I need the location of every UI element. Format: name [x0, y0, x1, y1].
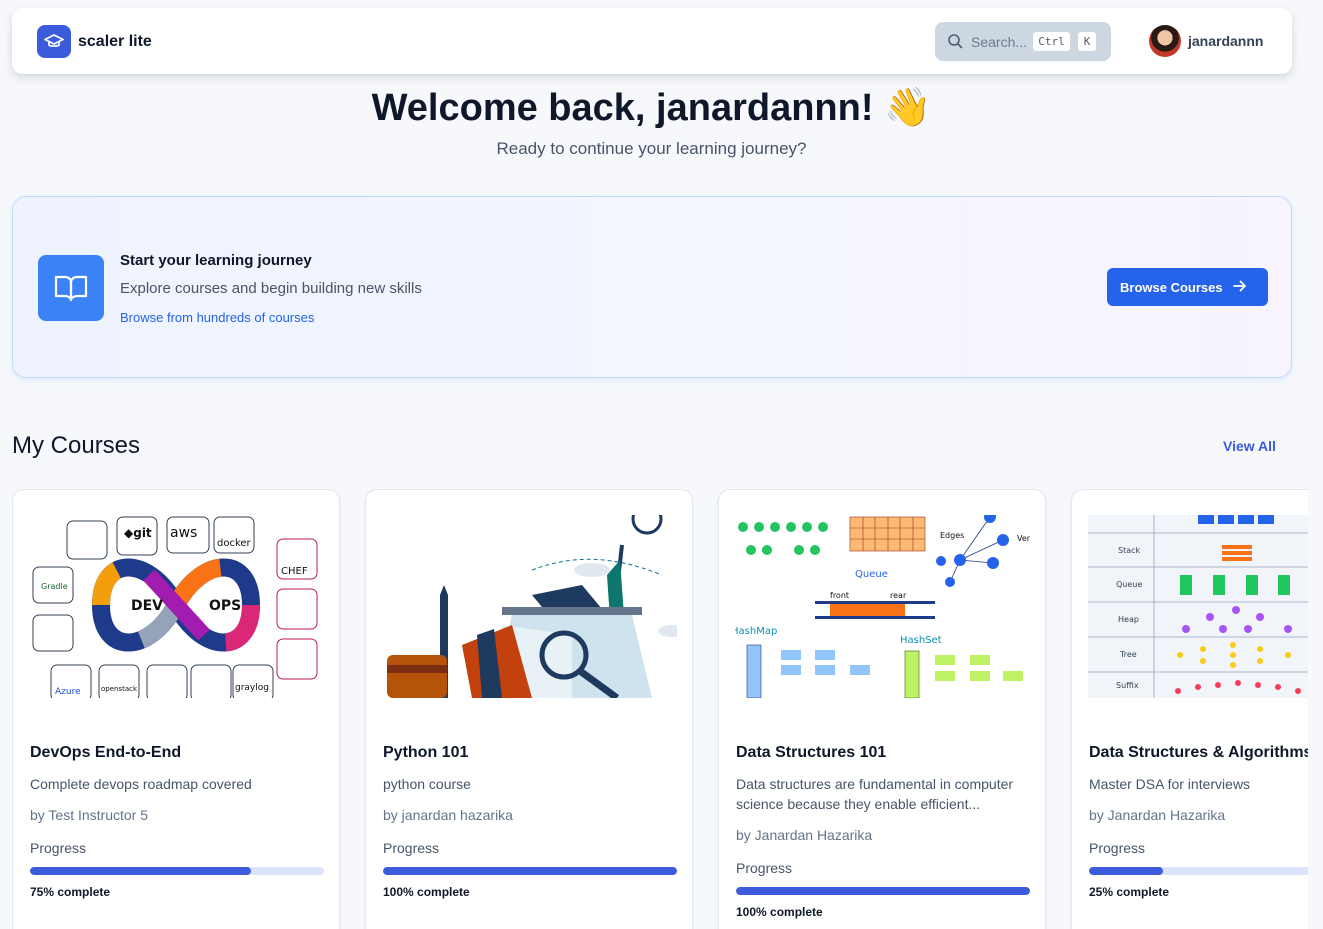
- svg-text:OPS: OPS: [209, 598, 241, 614]
- svg-text:aws: aws: [170, 525, 197, 541]
- kbd-ctrl: Ctrl: [1032, 31, 1071, 52]
- avatar[interactable]: [1149, 25, 1181, 57]
- svg-text:CHEF: CHEF: [281, 566, 308, 577]
- section-title-my-courses: My Courses: [12, 432, 141, 459]
- course-instructor: by Janardan Hazarika: [736, 827, 873, 843]
- svg-text:Gradle: Gradle: [41, 582, 68, 591]
- course-card[interactable]: Edges Vertices Queue front rear HashMap …: [718, 489, 1046, 929]
- arrow-right-icon: [1232, 280, 1247, 295]
- page-subtitle: Ready to continue your learning journey?: [496, 139, 807, 158]
- graduation-cap-icon[interactable]: [37, 25, 71, 58]
- study-illustration-icon: [382, 515, 677, 698]
- search-placeholder: Search...: [971, 34, 1028, 50]
- search-input[interactable]: Search... Ctrl K: [935, 22, 1111, 61]
- progress-fill: [736, 887, 1030, 895]
- kbd-k: K: [1077, 31, 1097, 52]
- course-title[interactable]: DevOps End-to-End: [30, 744, 181, 762]
- search-icon: [947, 33, 963, 54]
- course-title[interactable]: Data Structures & Algorithms: [1089, 744, 1308, 762]
- svg-text:◆git: ◆git: [124, 526, 152, 540]
- svg-text:Azure: Azure: [55, 687, 81, 697]
- course-description: Complete devops roadmap covered: [30, 776, 252, 792]
- course-instructor: by janardan hazarika: [383, 807, 513, 823]
- svg-text:openstack: openstack: [101, 685, 138, 693]
- course-card[interactable]: ◆git aws docker CHEF Gradle Azure openst…: [12, 489, 340, 929]
- svg-text:HashMap: HashMap: [735, 626, 777, 637]
- course-instructor: by Janardan Hazarika: [1089, 807, 1226, 823]
- course-title[interactable]: Data Structures 101: [736, 744, 886, 762]
- svg-text:Edges: Edges: [940, 531, 964, 540]
- progress-text: 75% complete: [30, 885, 111, 899]
- devops-infinity-diagram-icon: ◆git aws docker CHEF Gradle Azure openst…: [29, 515, 324, 698]
- journey-description: Explore courses and begin building new s…: [120, 280, 422, 297]
- top-navbar: scaler lite Search... Ctrl K janardannn: [12, 8, 1292, 74]
- svg-text:Heap: Heap: [1118, 615, 1139, 624]
- progress-bar: [1089, 867, 1308, 875]
- learning-journey-card: Start your learning journey Explore cour…: [12, 196, 1292, 378]
- svg-text:Tree: Tree: [1119, 650, 1137, 659]
- svg-text:Vertices: Vertices: [1017, 534, 1030, 543]
- browse-courses-label: Browse Courses: [1120, 279, 1223, 295]
- course-card[interactable]: Python 101 python course by janardan haz…: [365, 489, 693, 929]
- svg-text:Queue: Queue: [1116, 580, 1142, 589]
- page-title: Welcome back, janardannn! 👋: [371, 87, 932, 129]
- progress-bar: [736, 887, 1030, 895]
- progress-bar: [30, 867, 324, 875]
- svg-text:front: front: [830, 591, 849, 600]
- svg-text:graylog: graylog: [235, 683, 269, 693]
- dsa-table-diagram-icon: Stack Queue Heap Tree Suffix: [1088, 515, 1308, 698]
- browse-courses-link[interactable]: Browse from hundreds of courses: [120, 310, 314, 325]
- svg-text:Suffix: Suffix: [1116, 681, 1139, 690]
- progress-label: Progress: [383, 840, 440, 856]
- progress-bar: [383, 867, 677, 875]
- course-title[interactable]: Python 101: [383, 744, 468, 762]
- progress-text: 100% complete: [736, 905, 823, 919]
- svg-text:Stack: Stack: [1118, 546, 1141, 555]
- book-open-icon: [38, 255, 104, 321]
- svg-text:rear: rear: [890, 591, 907, 600]
- svg-text:HashSet: HashSet: [900, 635, 942, 646]
- data-structures-diagram-icon: Edges Vertices Queue front rear HashMap …: [735, 515, 1030, 698]
- progress-fill: [1089, 867, 1163, 875]
- progress-fill: [383, 867, 677, 875]
- browse-courses-button[interactable]: Browse Courses: [1107, 268, 1268, 306]
- progress-label: Progress: [1089, 840, 1146, 856]
- course-description: Data structures are fundamental in compu…: [736, 776, 1014, 812]
- progress-label: Progress: [736, 860, 793, 876]
- svg-text:DEV: DEV: [131, 598, 163, 614]
- course-instructor: by Test Instructor 5: [30, 807, 149, 823]
- course-card[interactable]: Stack Queue Heap Tree Suffix Data Structures…: [1071, 489, 1308, 929]
- progress-fill: [30, 867, 251, 875]
- svg-text:Queue: Queue: [855, 569, 888, 580]
- app-name[interactable]: scaler lite: [78, 33, 152, 51]
- course-description: python course: [383, 776, 471, 792]
- course-list: ◆git aws docker CHEF Gradle Azure openst…: [12, 489, 1308, 929]
- progress-label: Progress: [30, 840, 87, 856]
- progress-text: 100% complete: [383, 885, 470, 899]
- progress-text: 25% complete: [1089, 885, 1170, 899]
- journey-title: Start your learning journey: [120, 252, 312, 269]
- course-description: Master DSA for interviews: [1089, 776, 1251, 792]
- view-all-link[interactable]: View All: [1223, 438, 1276, 454]
- username[interactable]: janardannn: [1188, 33, 1263, 49]
- svg-text:docker: docker: [217, 538, 252, 549]
